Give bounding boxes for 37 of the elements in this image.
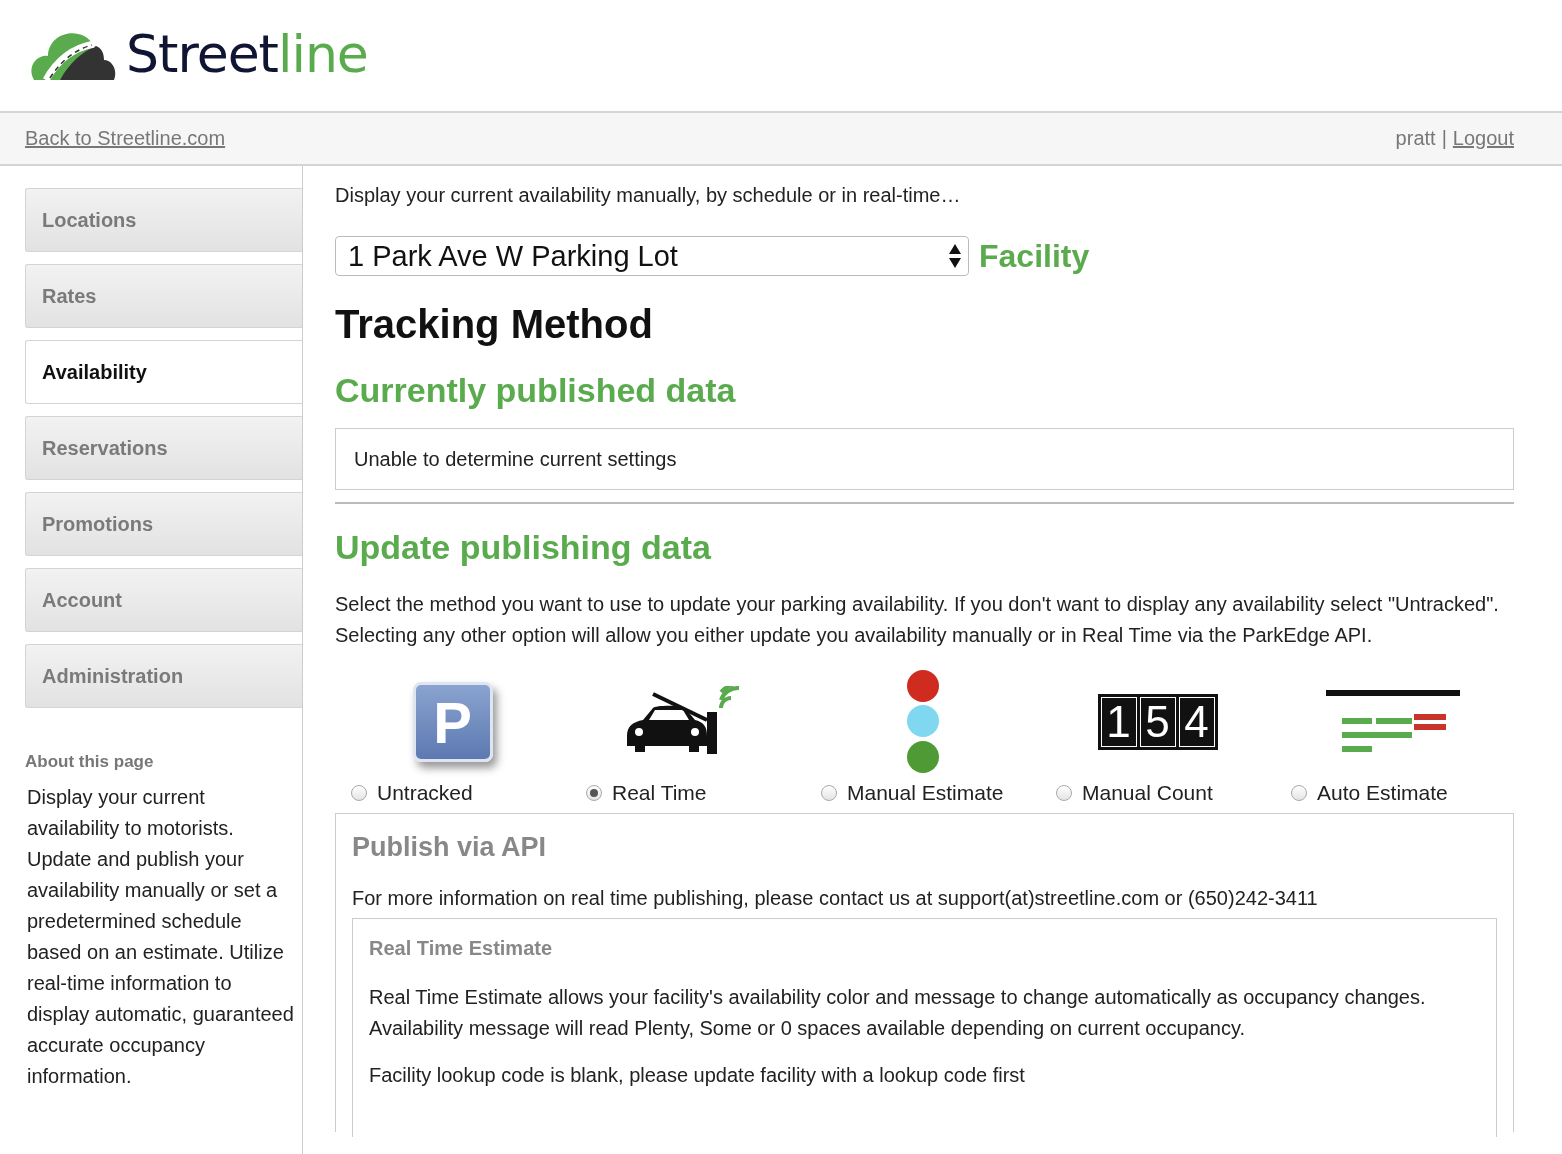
counter-display-icon: 1 5 4	[1097, 694, 1218, 750]
estimate-text: Real Time Estimate allows your facility's availability color and message to change automatically as occupancy changes. Availability message will read Plenty, Some or 0 spaces available depending on current occupancy.	[369, 985, 1427, 1041]
sidebar-item[interactable]: Reservations	[25, 416, 302, 480]
instructions-text: Select the method you want to use to update your parking availability. If you don't want to display any availability select "Untracked". Selecting any other option will allow you either update you availability manually or in Real Time via the ParkEdge API.	[335, 592, 1500, 648]
back-link[interactable]: Back to Streetline.com	[25, 127, 226, 150]
panel-title: Real Time Estimate	[369, 937, 554, 960]
section-heading: Currently published data	[335, 371, 737, 410]
section-heading: Update publishing data	[335, 528, 712, 567]
sidebar-item[interactable]: Promotions	[25, 492, 302, 556]
parking-sign-icon: P	[412, 682, 493, 762]
sidebar-item[interactable]: Account	[25, 568, 302, 632]
sidebar-item[interactable]: Locations	[25, 188, 302, 252]
notice-text: Facility lookup code is blank, please update facility with a lookup code first	[369, 1064, 1026, 1087]
method-radio[interactable]: Manual Count	[1056, 781, 1213, 805]
traffic-light-icon	[904, 669, 941, 775]
logout-link[interactable]: Logout	[1452, 127, 1514, 150]
method-radio[interactable]: Manual Estimate	[821, 781, 1004, 805]
contact-text: For more information on real time publishing, please contact us at support(at)streetline.com or (650)242-3411	[352, 887, 1319, 910]
separator: |	[1441, 127, 1447, 150]
sidebar-item[interactable]: Rates	[25, 264, 302, 328]
select-arrows-icon	[948, 242, 962, 270]
bar-graph-icon	[1325, 690, 1460, 754]
facility-label: Facility	[979, 237, 1090, 275]
method-radio[interactable]: Real Time	[586, 781, 707, 805]
method-radio[interactable]: Auto Estimate	[1291, 781, 1448, 805]
intro-text: Display your current availability manually, by schedule or in real-time…	[335, 184, 962, 207]
facility-select[interactable]: 1 Park Ave W Parking Lot	[335, 236, 969, 276]
username: pratt	[1395, 127, 1436, 150]
about-heading: About this page	[25, 752, 155, 772]
method-radio[interactable]: Untracked	[351, 781, 473, 805]
panel-title: Publish via API	[352, 832, 548, 863]
about-text: Display your current availability to motorists. Update and publish your availability manually or set a predetermined schedule based on an estimate. Utilize real-time information to display automatic, guaranteed accurate occupancy information.	[26, 785, 295, 1089]
page-title: Tracking Method	[335, 302, 654, 347]
current-settings-panel: Unable to determine current settings	[335, 428, 1514, 490]
logo-wordmark: Streetline	[126, 24, 368, 84]
sidebar-item[interactable]: Availability	[25, 340, 302, 404]
sidebar-item[interactable]: Administration	[25, 644, 302, 708]
